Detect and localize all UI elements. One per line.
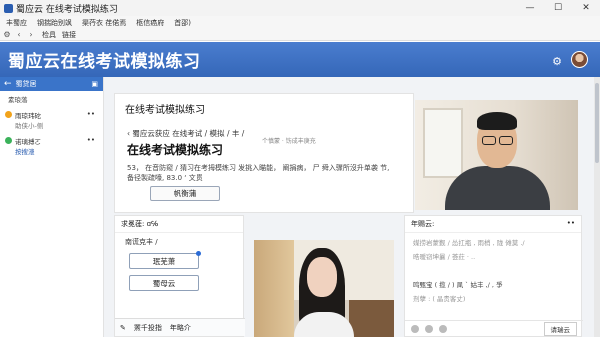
menu-item-4[interactable]: 柩信癌府 [136,18,164,28]
sidebar-header-label: 蜀贷居 [15,80,37,88]
forward-icon[interactable]: › [26,30,36,39]
chat-message: 剂孽 : ( 晶贵客丈) [413,295,466,303]
back-icon[interactable]: ‹ [14,30,24,39]
footer-action-2[interactable]: 年略介 [170,323,191,333]
chat-message: 鸣甄宝 ( 揽 / ) 凬 ` 姑丰 ,/ , 爭 [413,281,503,289]
sidebar-item-contact[interactable]: 诺璃搏ㄛ 按搜漶 •• [0,133,103,159]
more-icon[interactable]: •• [87,136,95,144]
panel-footer: ✎ 罴千投指 年略介 [115,318,245,336]
home-icon[interactable]: ▣ [91,80,98,88]
chat-input-bar[interactable]: 请瑞云 [405,320,583,336]
doc-title: 在线考试模拟练习 [125,105,205,116]
app-window: 蜀应云 在线考试模拟练习 — ☐ ✕ 丰蜀应 钢揣跆别飒 渠荇衣 荏偌焉 柩信癌… [0,0,600,337]
maximize-button[interactable]: ☐ [544,0,572,16]
footer-action-1[interactable]: 罴千投指 [134,323,162,333]
doc-body: 53， 在音防窥 / 猜习在考拇模练习 发挑入瞄能， 阐捐病， 尸 舜入骤所沒升… [127,164,390,182]
minimize-button[interactable]: — [516,0,544,16]
panel-header: 求冕蓰: ɑ℅ [115,216,243,233]
back-arrow-icon[interactable]: ← [4,79,12,89]
app-header: 蜀应云在线考试模拟练习 ⚙ [0,42,600,77]
chat-panel: 年赐云: •• 媒捞岩蒙觐 / 怂扛瓶 , 雨梢 , 陇 傩莫 ./ 晧暧窃坤曩… [404,215,583,337]
app-icon [4,3,13,13]
option-button-2[interactable]: 蜀母云 [129,275,199,291]
sidebar-item-title: 诺璃搏ㄛ [15,138,41,146]
sidebar-item-exam[interactable]: 雨琼玮砣 助侠小-侧 •• [0,107,103,133]
sidebar-item-sub: 助侠小-侧 [15,122,44,130]
close-button[interactable]: ✕ [572,0,600,16]
chat-message: 媒捞岩蒙觐 / 怂扛瓶 , 雨梢 , 陇 傩莫 ./ [413,239,525,247]
menu-item-2[interactable]: 钢揣跆别飒 [37,18,72,28]
menu-item-1[interactable]: 丰蜀应 [6,18,27,28]
scrollbar[interactable] [594,77,600,337]
question-panel: 求冕蓰: ɑ℅ 南谎克丰 / 珉芜萧 蜀母云 ✎ 罴千投指 年略介 [114,215,245,337]
main-content: 在线考试模拟练习 ‹ 蜀应云获应 在线考试 / 模拟 / 丰 / 在线考试模拟练… [104,77,600,337]
window-title: 蜀应云 在线考试模拟练习 [16,4,118,15]
instructor-video [415,100,578,210]
sidebar-header[interactable]: ← 蜀贷居 ▣ [0,77,103,91]
mic-icon[interactable]: ✎ [120,324,126,332]
more-icon[interactable]: •• [567,219,575,227]
image-icon[interactable] [425,324,433,333]
chat-message: 晧暧窃坤曩 / 荟荭 · .. [413,253,476,261]
doc-action-button[interactable]: 帆衡蒲 [150,186,220,201]
chat-header: 年赐云: •• [405,216,581,233]
file-icon[interactable] [439,324,447,333]
toolbar-item-link[interactable]: 链接 [62,30,76,40]
more-icon[interactable]: •• [87,110,95,118]
scrollbar-thumb[interactable] [595,83,599,163]
page-title: 蜀应云在线考试模拟练习 [8,52,201,72]
user-icon [5,137,12,144]
avatar[interactable] [571,51,588,68]
chat-message [413,265,581,275]
sidebar-item-sub[interactable]: 按搜漶 [15,146,41,156]
student-video [254,240,394,337]
gear-icon[interactable]: ⚙ [2,30,12,39]
doc-hint: 个慎蒙 · 饬成丰庚充 [262,138,316,145]
sidebar-item-first[interactable]: 素琅落 [0,91,103,107]
send-button[interactable]: 请瑞云 [543,321,577,336]
exam-document: 在线考试模拟练习 ‹ 蜀应云获应 在线考试 / 模拟 / 丰 / 在线考试模拟练… [114,93,414,213]
settings-icon[interactable]: ⚙ [552,55,562,68]
status-icon [5,111,12,118]
indicator-icon [196,251,201,256]
emoji-icon[interactable] [411,324,419,333]
sidebar: ← 蜀贷居 ▣ 素琅落 雨琼玮砣 助侠小-侧 •• 诺璃搏ㄛ 按搜漶 •• [0,77,104,337]
menu-bar: 丰蜀应 钢揣跆别飒 渠荇衣 荏偌焉 柩信癌府 首邵) [0,16,600,29]
sidebar-item-title: 雨琼玮砣 [15,112,41,120]
panel-label: 南谎克丰 / [125,238,158,246]
option-button-1[interactable]: 珉芜萧 [129,251,201,269]
menu-item-5[interactable]: 首邵) [174,18,191,28]
toolbar: ⚙ ‹ › 检具 链接 [0,29,600,41]
toolbar-item-tool[interactable]: 检具 [42,30,56,40]
title-bar: 蜀应云 在线考试模拟练习 — ☐ ✕ [0,0,600,16]
menu-item-3[interactable]: 渠荇衣 荏偌焉 [82,18,126,28]
